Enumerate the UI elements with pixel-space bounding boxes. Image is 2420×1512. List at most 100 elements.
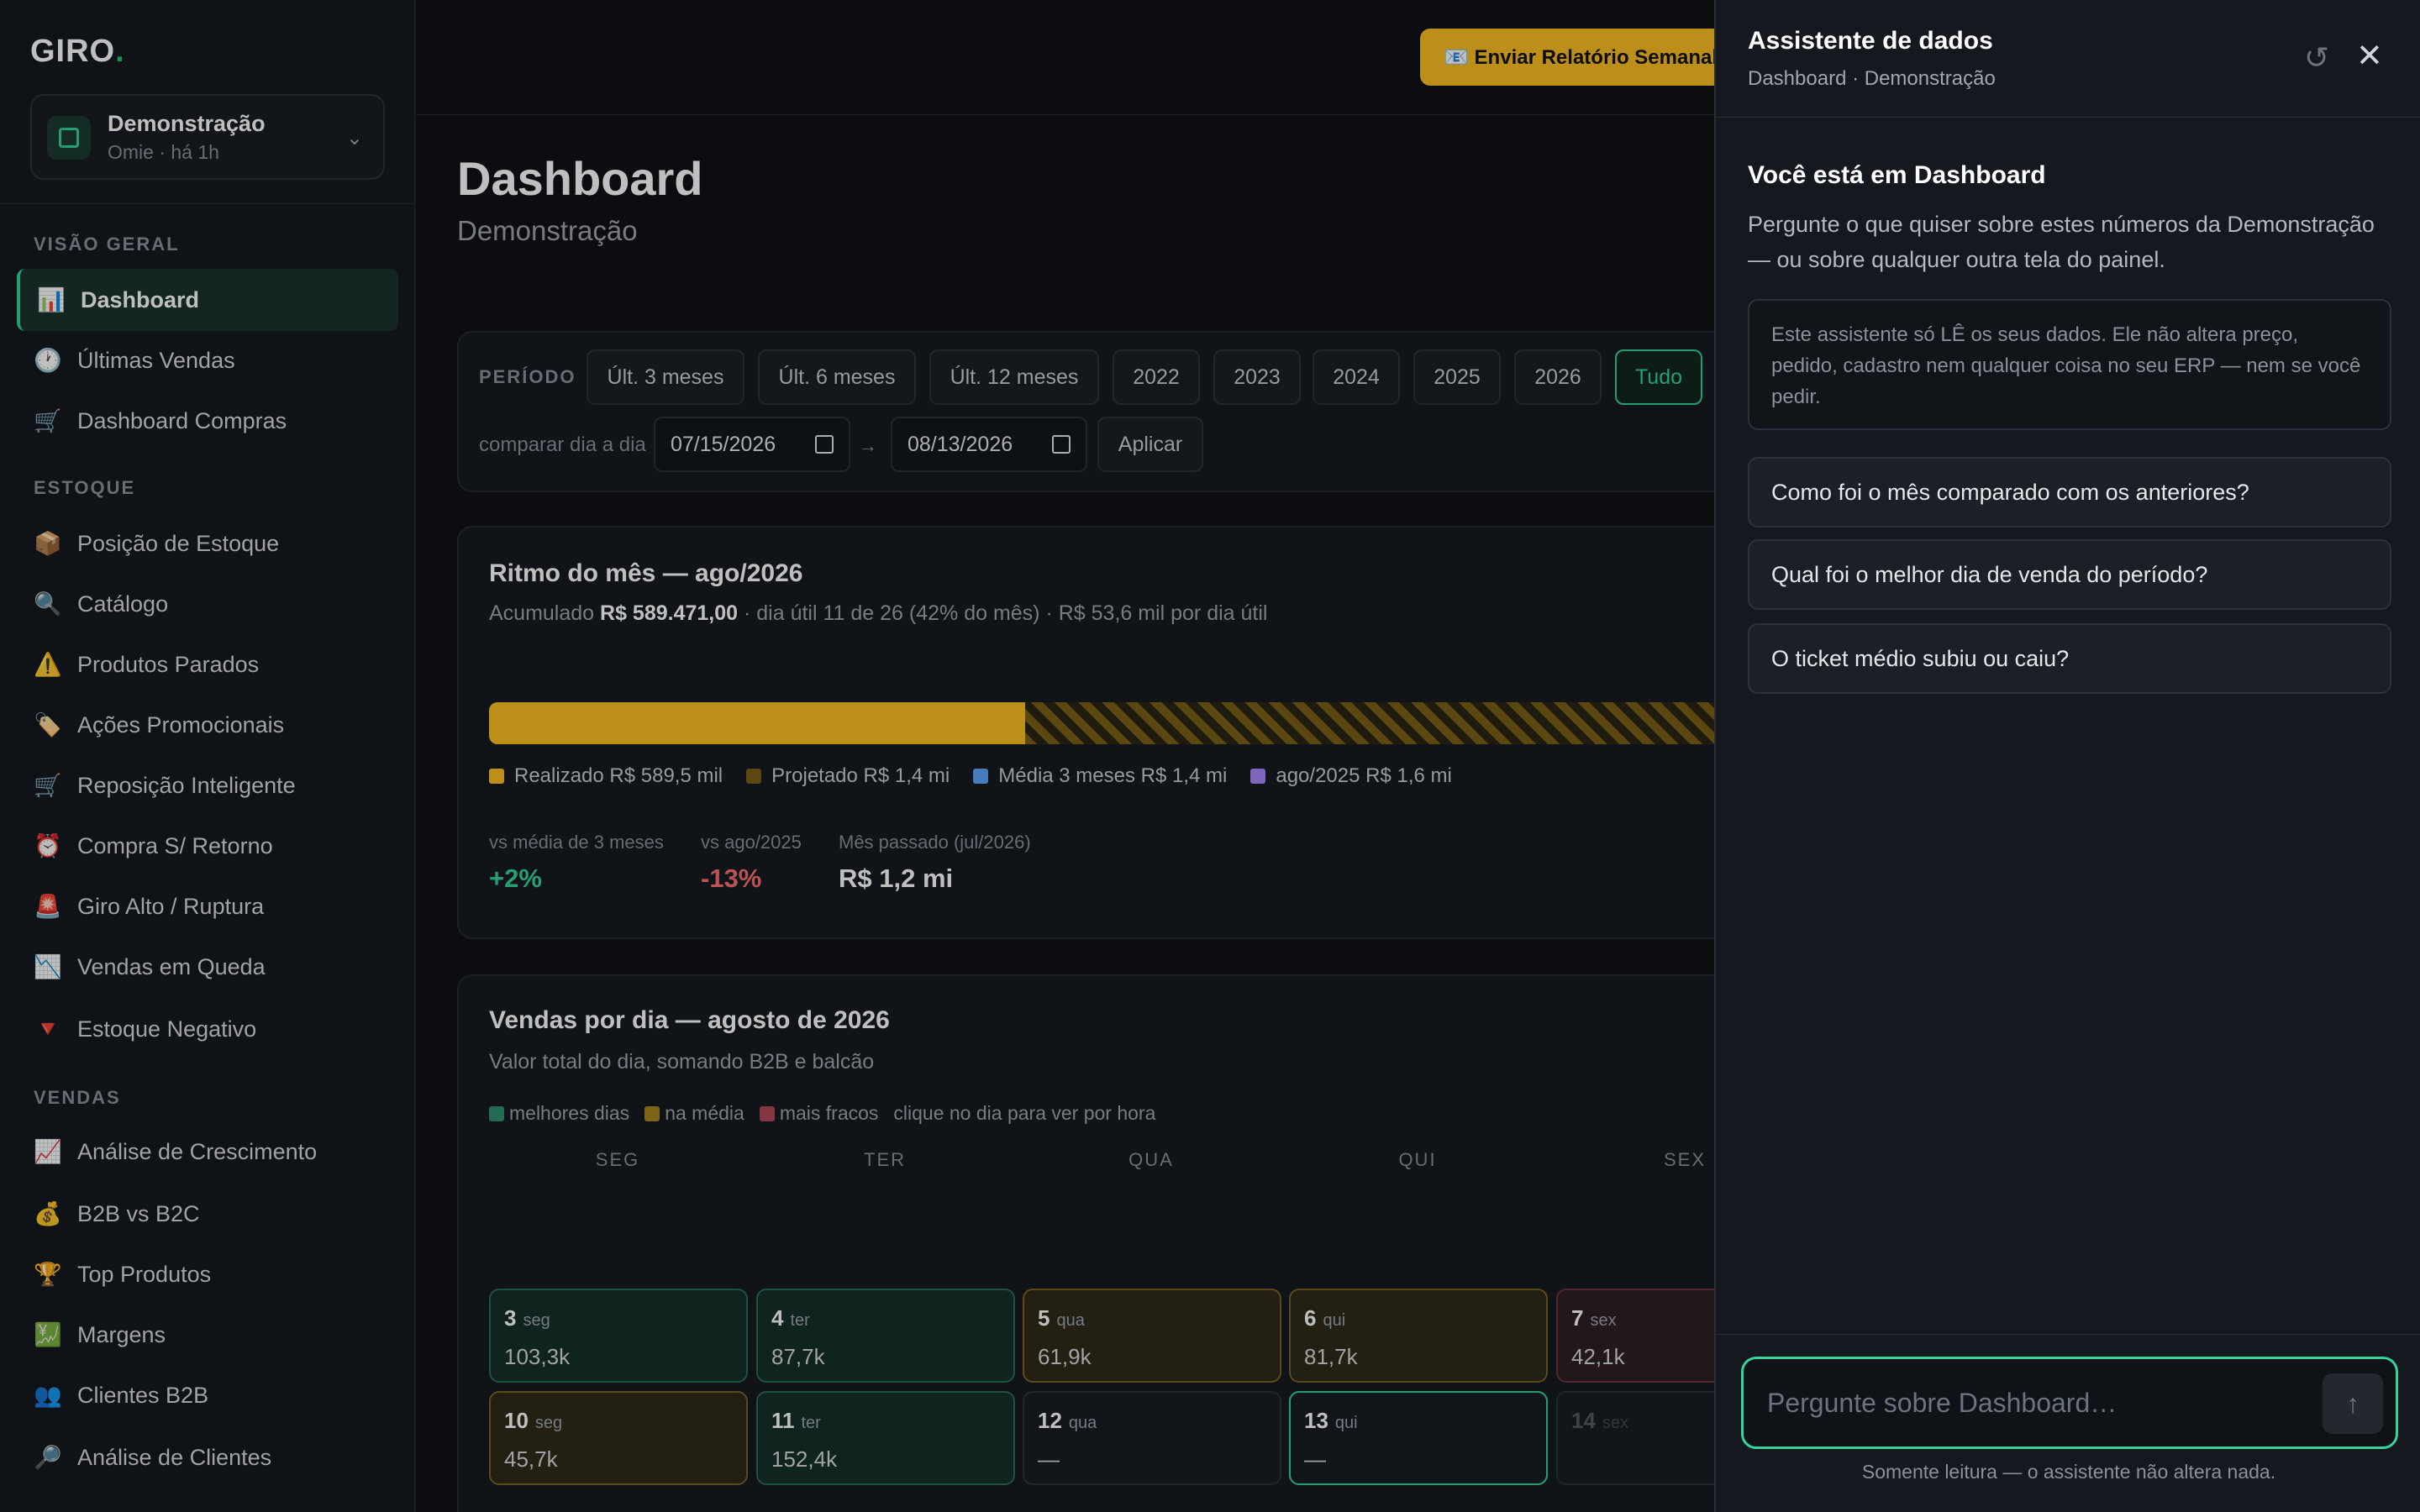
sidebar-item-analise-crescimento[interactable]: 📈 Análise de Crescimento xyxy=(17,1121,398,1183)
period-option-2026[interactable]: 2026 xyxy=(1514,349,1602,405)
sidebar-item-catalogo[interactable]: 🔍 Catálogo xyxy=(17,573,398,635)
calendar-day[interactable]: 10 seg 45,7k xyxy=(489,1391,748,1485)
period-option-2025[interactable]: 2025 xyxy=(1413,349,1501,405)
calendar-day[interactable]: 12 qua — xyxy=(1023,1391,1281,1485)
period-option-2023[interactable]: 2023 xyxy=(1213,349,1301,405)
sidebar-item-acoes-promocionais[interactable]: 🏷️ Ações Promocionais xyxy=(17,694,398,756)
period-option-3m[interactable]: Últ. 3 meses xyxy=(587,349,744,405)
apply-button[interactable]: Aplicar xyxy=(1097,417,1203,472)
sidebar-item-posicao-estoque[interactable]: 📦 Posição de Estoque xyxy=(17,512,398,575)
sidebar-item-ultimas-vendas[interactable]: 🕐 Últimas Vendas xyxy=(17,329,398,391)
period-filter: PERÍODO Últ. 3 meses Últ. 6 meses Últ. 1… xyxy=(457,331,1760,492)
date-from-input[interactable]: 07/15/2026 xyxy=(654,417,850,472)
sidebar-divider xyxy=(0,203,414,204)
sidebar-item-analise-clientes[interactable]: 🔎 Análise de Clientes xyxy=(17,1426,398,1488)
company-sync-status: Omie · há 1h xyxy=(108,141,219,163)
weekday-header: SEG xyxy=(595,1149,640,1170)
chevron-down-icon: ⌄ xyxy=(345,127,363,150)
kpi-vs-last-year: vs ago/2025 -13% xyxy=(701,832,802,893)
date-to-input[interactable]: 08/13/2026 xyxy=(891,417,1087,472)
sidebar-item-dashboard[interactable]: 📊 Dashboard xyxy=(17,269,398,331)
sidebar-item-margens[interactable]: 💹 Margens xyxy=(17,1304,398,1366)
search-icon: 🔍 xyxy=(34,591,62,617)
calendar-day[interactable]: 5 qua 61,9k xyxy=(1023,1289,1281,1383)
period-option-all[interactable]: Tudo xyxy=(1615,349,1702,405)
money-bag-icon: 💰 xyxy=(34,1201,62,1226)
kpi-vs-3-month-avg: vs média de 3 meses +2% xyxy=(489,832,664,893)
calendar-day[interactable]: 3 seg 103,3k xyxy=(489,1289,748,1383)
kpi-last-month: Mês passado (jul/2026) R$ 1,2 mi xyxy=(839,832,1031,893)
sidebar-item-compra-sem-retorno[interactable]: ⏰ Compra S/ Retorno xyxy=(17,815,398,877)
chart-yen-icon: 💹 xyxy=(34,1322,62,1347)
page-title: Dashboard xyxy=(457,152,703,205)
sidebar: GIRO. Demonstração Omie · há 1h ⌄ VISÃO … xyxy=(0,0,415,1512)
month-progress-bar xyxy=(489,702,1766,744)
legend-item: ago/2025 R$ 1,6 mi xyxy=(1250,764,1452,788)
sidebar-item-produtos-parados[interactable]: ⚠️ Produtos Parados xyxy=(17,633,398,696)
period-option-12m[interactable]: Últ. 12 meses xyxy=(929,349,1099,405)
read-only-note: Somente leitura — o assistente não alter… xyxy=(1861,1461,2276,1483)
sidebar-item-top-produtos[interactable]: 🏆 Top Produtos xyxy=(17,1243,398,1305)
daily-legend: melhores dias na média mais fracos cliqu… xyxy=(489,1102,1171,1125)
calendar-day-today[interactable]: 13 qui — xyxy=(1289,1391,1548,1485)
chart-icon: 📊 xyxy=(37,287,66,312)
sidebar-item-giro-alto-ruptura[interactable]: 🚨 Giro Alto / Ruptura xyxy=(17,875,398,937)
cart-icon: 🛒 xyxy=(34,408,62,433)
calendar-day[interactable]: 11 ter 152,4k xyxy=(756,1391,1015,1485)
send-arrow-icon[interactable]: ↑ xyxy=(2323,1373,2383,1434)
nav-section-title: VISÃO GERAL xyxy=(34,234,180,255)
compare-label: comparar dia a dia xyxy=(479,433,646,456)
send-weekly-report-button[interactable]: 📧 Enviar Relatório Semanal xyxy=(1420,29,1723,86)
company-name: Demonstração xyxy=(108,111,266,136)
sidebar-item-clientes-b2b[interactable]: 👥 Clientes B2B xyxy=(17,1364,398,1426)
legend-item: na média xyxy=(644,1102,744,1125)
calendar-day[interactable]: 6 qui 81,7k xyxy=(1289,1289,1548,1383)
magnifier-icon: 🔎 xyxy=(34,1445,62,1470)
chart-down-icon: 📉 xyxy=(34,954,62,979)
progress-projected xyxy=(1025,702,1766,744)
suggestion-button[interactable]: O ticket médio subiu ou caiu? xyxy=(1748,623,2391,694)
page-subtitle: Demonstração xyxy=(457,215,638,246)
sidebar-item-estoque-negativo[interactable]: 🔻 Estoque Negativo xyxy=(17,998,398,1060)
calendar-icon xyxy=(1052,435,1071,454)
date-range-arrow: → xyxy=(859,435,877,456)
calendar-icon xyxy=(815,435,834,454)
assistant-subtitle: Dashboard · Demonstração xyxy=(1748,67,1996,90)
red-triangle-icon: 🔻 xyxy=(34,1016,62,1042)
period-option-2022[interactable]: 2022 xyxy=(1113,349,1200,405)
sidebar-item-dashboard-compras[interactable]: 🛒 Dashboard Compras xyxy=(17,390,398,452)
users-icon: 👥 xyxy=(34,1383,62,1408)
suggestion-button[interactable]: Como foi o mês comparado com os anterior… xyxy=(1748,457,2391,528)
period-label: PERÍODO xyxy=(479,366,576,387)
progress-realized xyxy=(489,702,1026,744)
trophy-icon: 🏆 xyxy=(34,1262,62,1287)
alarm-clock-icon: ⏰ xyxy=(34,833,62,858)
company-selector[interactable]: Demonstração Omie · há 1h ⌄ xyxy=(30,94,385,180)
suggestion-button[interactable]: Qual foi o melhor dia de venda do períod… xyxy=(1748,539,2391,610)
sidebar-item-reposicao-inteligente[interactable]: 🛒 Reposição Inteligente xyxy=(17,754,398,816)
siren-icon: 🚨 xyxy=(34,894,62,919)
assistant-footer: ↑ Somente leitura — o assistente não alt… xyxy=(1716,1334,2420,1512)
daily-sales-card: Vendas por dia — agosto de 2026 Valor to… xyxy=(457,974,1815,1512)
period-option-6m[interactable]: Últ. 6 meses xyxy=(758,349,916,405)
legend-hint: clique no dia para ver por hora xyxy=(893,1102,1156,1124)
store-icon xyxy=(47,116,91,160)
close-icon[interactable]: ✕ xyxy=(2356,37,2383,75)
app-logo[interactable]: GIRO. xyxy=(30,34,125,70)
sidebar-item-b2b-vs-b2c[interactable]: 💰 B2B vs B2C xyxy=(17,1183,398,1245)
chart-up-icon: 📈 xyxy=(34,1139,62,1164)
weekday-header: QUA xyxy=(1128,1149,1174,1170)
period-option-2024[interactable]: 2024 xyxy=(1313,349,1400,405)
cart-icon: 🛒 xyxy=(34,773,62,798)
clock-icon: 🕐 xyxy=(34,348,62,373)
reset-icon[interactable]: ↺ xyxy=(2304,40,2329,76)
calendar-day[interactable]: 4 ter 87,7k xyxy=(756,1289,1015,1383)
legend-item: Projetado R$ 1,4 mi xyxy=(746,764,950,788)
weekday-header: QUI xyxy=(1398,1149,1437,1170)
legend-item: mais fracos xyxy=(759,1102,878,1125)
chat-input[interactable] xyxy=(1741,1357,2398,1449)
rhythm-title: Ritmo do mês — ago/2026 xyxy=(489,559,803,587)
legend-item: Realizado R$ 589,5 mil xyxy=(489,764,723,788)
box-icon: 📦 xyxy=(34,531,62,556)
sidebar-item-vendas-em-queda[interactable]: 📉 Vendas em Queda xyxy=(17,936,398,998)
